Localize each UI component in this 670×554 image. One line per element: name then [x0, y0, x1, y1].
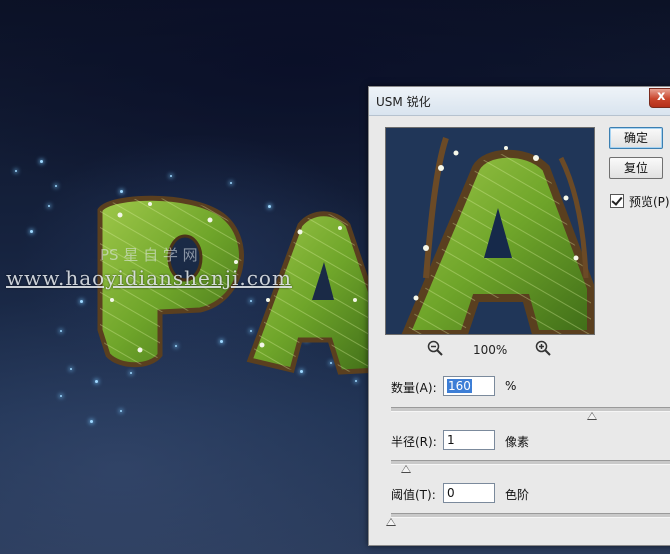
- dialog-title-bar[interactable]: USM 锐化 x: [369, 87, 670, 116]
- radius-slider-thumb[interactable]: [401, 465, 411, 473]
- zoom-percentage: 100%: [473, 343, 508, 357]
- amount-value: 160: [447, 379, 472, 393]
- amount-label: 数量(A):: [391, 381, 437, 395]
- radius-slider[interactable]: [391, 460, 670, 473]
- zoom-out-icon[interactable]: [427, 340, 443, 356]
- threshold-input[interactable]: 0: [443, 483, 495, 503]
- close-button[interactable]: x: [649, 88, 670, 108]
- zoom-in-icon[interactable]: [535, 340, 551, 356]
- amount-input[interactable]: 160: [443, 376, 495, 396]
- threshold-slider[interactable]: [386, 513, 670, 526]
- dialog-title: USM 锐化: [376, 95, 431, 109]
- preview-leaf-letter-a: [386, 128, 594, 334]
- threshold-unit: 色阶: [505, 488, 530, 502]
- preview-checkbox-label[interactable]: 预览(P): [629, 193, 670, 210]
- radius-label: 半径(R):: [391, 435, 437, 449]
- radius-unit: 像素: [505, 435, 530, 449]
- preview-image[interactable]: [385, 127, 595, 335]
- watermark-url: www.haoyidianshenji.com: [6, 266, 292, 290]
- watermark-ps-text: PS 星 自 学 网: [100, 246, 198, 264]
- amount-unit: %: [505, 379, 517, 393]
- close-icon: x: [657, 89, 666, 104]
- letter-a: [246, 211, 383, 375]
- amount-slider-thumb[interactable]: [587, 412, 597, 420]
- ok-button[interactable]: 确定: [609, 127, 663, 149]
- unsharp-mask-dialog: USM 锐化 x 100% 确定 复位 预览(P) 数量(A): 160 % 半…: [368, 86, 670, 546]
- radius-input[interactable]: 1: [443, 430, 495, 450]
- threshold-slider-thumb[interactable]: [386, 518, 396, 526]
- preview-checkbox[interactable]: [610, 194, 624, 208]
- threshold-label: 阈值(T):: [391, 488, 436, 502]
- amount-slider[interactable]: [391, 407, 670, 420]
- reset-button[interactable]: 复位: [609, 157, 663, 179]
